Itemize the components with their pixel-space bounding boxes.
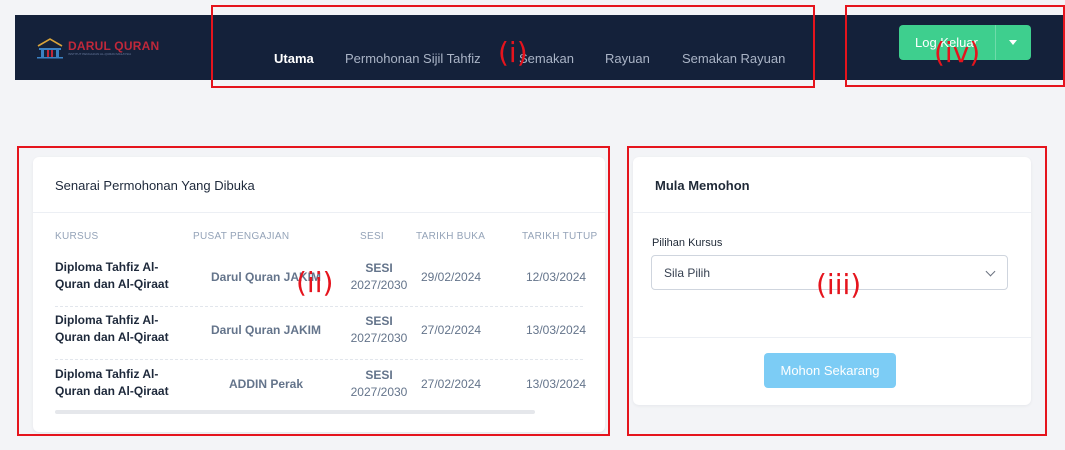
annotation-label-iv: (iv) xyxy=(934,36,981,69)
annotation-label-iii: (iii) xyxy=(816,268,862,301)
darul-quran-logo[interactable]: DARUL QURAN INSTITUT PENGAJIAN AL-QURAN … xyxy=(35,37,159,59)
mosque-icon xyxy=(35,37,65,59)
brand-name: DARUL QURAN xyxy=(68,39,160,53)
annotation-label-ii: (ii) xyxy=(296,266,334,299)
annotation-label-i: (i) xyxy=(498,36,528,69)
logo-wordmark: DARUL QURAN INSTITUT PENGAJIAN AL-QURAN … xyxy=(68,40,159,56)
